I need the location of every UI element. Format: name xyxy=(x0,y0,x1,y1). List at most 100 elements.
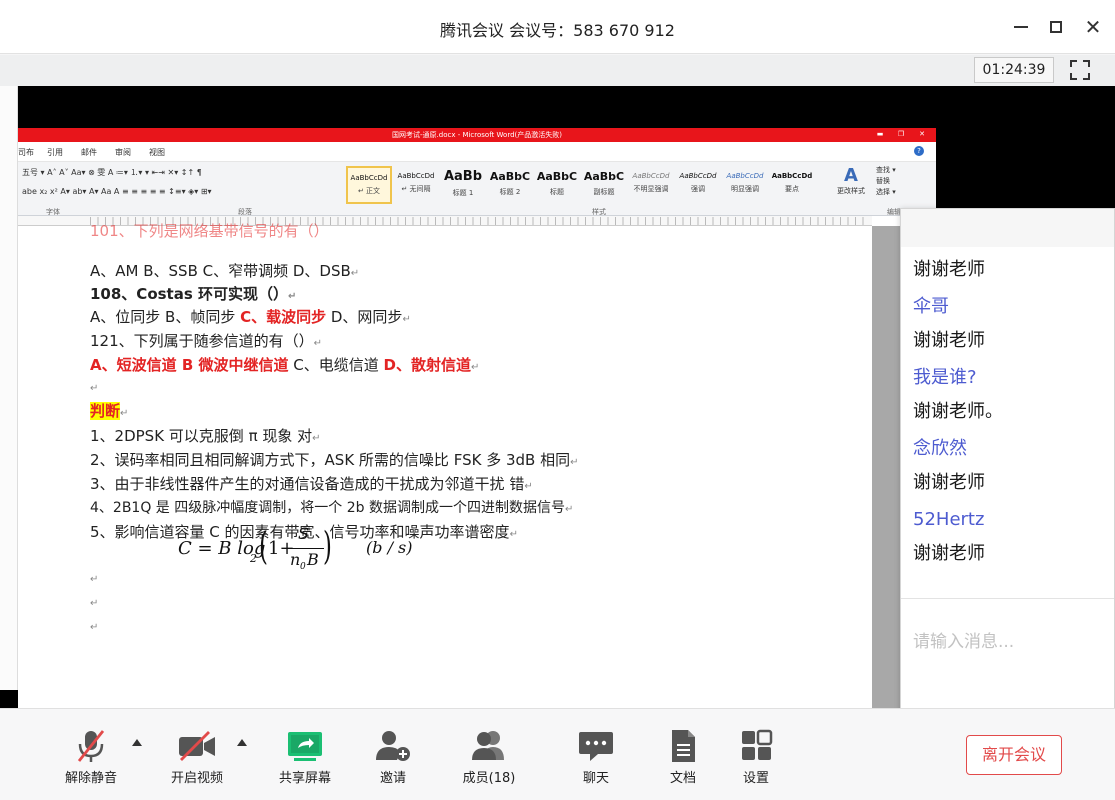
doc-section-title: 判断↵ xyxy=(90,402,129,420)
chat-input[interactable]: 请输入消息... xyxy=(913,627,1014,652)
video-off-icon xyxy=(179,731,215,761)
select-button[interactable]: 选择 ▾ xyxy=(876,187,896,198)
meeting-title: 腾讯会议 会议号：583 670 912 xyxy=(440,21,675,40)
maximize-button[interactable] xyxy=(1043,14,1069,40)
invite-button[interactable]: 邀请 xyxy=(348,709,438,800)
start-video-button[interactable]: 开启视频 xyxy=(152,709,242,800)
share-screen-button[interactable]: 共享屏幕 xyxy=(260,709,350,800)
doc-line-partial: 101、下列是网络基带信号的有（） xyxy=(90,222,329,240)
word-ribbon: 五号 ▾ A˄ A˅ Aa▾ ⊗ 雯 A ≔▾ ⒈▾ ▾ ⇤⇥ ✕▾ ↕↑ ¶ … xyxy=(18,162,936,216)
word-help-icon[interactable]: ? xyxy=(914,146,924,156)
unmute-button[interactable]: 解除静音 xyxy=(46,709,136,800)
style-no-spacing[interactable]: AaBbCcDd ↵ 无间隔 xyxy=(393,166,439,204)
style-intense-emphasis[interactable]: AaBbCcDd 明显强调 xyxy=(722,166,768,204)
meeting-timer: 01:24:39 xyxy=(974,57,1054,83)
muted-mic-icon xyxy=(77,730,105,762)
edit-tools: 查找 ▾ 替换 选择 ▾ xyxy=(876,165,896,198)
doc-line-q108: 108、Costas 环可实现（）↵ xyxy=(90,285,297,303)
members-button[interactable]: 成员(18) xyxy=(444,709,534,800)
ribbon-font-row[interactable]: 五号 ▾ A˄ A˅ Aa▾ ⊗ 雯 A ≔▾ ⒈▾ ▾ ⇤⇥ ✕▾ ↕↑ ¶ xyxy=(22,167,202,178)
find-button[interactable]: 查找 ▾ xyxy=(876,165,896,176)
doc-line-j4: 4、2B1Q 是 四级脉冲幅度调制，将一个 2b 数据调制成一个四进制数据信号↵ xyxy=(90,500,574,516)
doc-line-q121: 121、下列属于随参信道的有（）↵ xyxy=(90,332,323,350)
formula-numerator: S xyxy=(298,524,309,543)
doc-line-empty: ↵ xyxy=(90,598,99,609)
word-menu-item[interactable]: 引用 xyxy=(47,147,63,158)
close-icon: ✕ xyxy=(1084,15,1102,39)
chat-message-sender: 念欣然 xyxy=(913,438,967,459)
document-page: 101、下列是网络基带信号的有（） A、AM B、SSB C、窄带调频 D、DS… xyxy=(18,222,872,708)
style-normal[interactable]: AaBbCcDd ↵ 正文 xyxy=(346,166,392,204)
doc-line-empty: ↵ xyxy=(90,574,99,585)
maximize-icon xyxy=(1050,21,1062,33)
chat-divider xyxy=(901,598,1114,599)
chat-message-text: 谢谢老师 xyxy=(913,330,985,351)
formula-paren-left: ( xyxy=(258,524,268,568)
channel-capacity-formula: C = B log 2 ( 1+ S n 0 B ) (b / s) xyxy=(160,520,420,580)
doc-line-empty: ↵ xyxy=(90,383,99,394)
document-icon xyxy=(672,730,695,762)
minimize-icon xyxy=(1014,26,1028,28)
chat-message-text: 谢谢老师。 xyxy=(913,401,1003,422)
style-subtitle[interactable]: AaBbC 副标题 xyxy=(581,166,627,204)
doc-line-empty: ↵ xyxy=(90,622,99,633)
doc-line-q108-options: A、位同步 B、帧同步 C、载波同步 D、网同步↵ xyxy=(90,308,411,326)
info-bar: 01:24:39 xyxy=(0,55,1115,86)
close-button[interactable]: ✕ xyxy=(1080,14,1106,40)
word-menu-item[interactable]: 视图 xyxy=(149,147,165,158)
style-subtle-emphasis[interactable]: AaBbCcDd 不明显强调 xyxy=(628,166,674,204)
formula-unit: (b / s) xyxy=(366,538,413,557)
left-side-panel xyxy=(0,86,18,690)
tencent-meeting-window: 腾讯会议 会议号：583 670 912 ✕ 01:24:39 国网考试-通原.… xyxy=(0,0,1115,800)
word-menu-item[interactable]: 邮件 xyxy=(81,147,97,158)
title-bar: 腾讯会议 会议号：583 670 912 ✕ xyxy=(0,0,1115,54)
word-menu-bar: 司布 引用 邮件 审阅 视图 ? xyxy=(18,142,936,162)
change-styles-button[interactable]: A 更改样式 xyxy=(834,166,868,196)
formula-denominator-sub: 0 xyxy=(300,562,306,572)
formula-denominator-b: B xyxy=(307,550,319,569)
chat-icon xyxy=(579,732,613,761)
ribbon-paragraph-row[interactable]: abe x₂ x² A▾ ab▾ A▾ Aa A ≡ ≡ ≡ ≡ ≡ ↕≡▾ ◈… xyxy=(22,187,212,196)
replace-button[interactable]: 替换 xyxy=(876,176,896,187)
leave-meeting-button[interactable]: 离开会议 xyxy=(966,735,1062,775)
style-emphasis[interactable]: AaBbCcDd 强调 xyxy=(675,166,721,204)
style-strong[interactable]: AaBbCcDd 要点 xyxy=(769,166,815,204)
chat-panel: 谢谢老师 伞哥 谢谢老师 我是谁? 谢谢老师。 念欣然 谢谢老师 52Hertz… xyxy=(900,208,1115,746)
bottom-toolbar: 解除静音 开启视频 共享屏幕 邀请 成员(18) 聊天 文档 设置 离开会议 xyxy=(0,708,1115,800)
chat-button[interactable]: 聊天 xyxy=(551,709,641,800)
fullscreen-icon[interactable] xyxy=(1069,59,1091,81)
members-icon xyxy=(472,731,504,760)
style-heading-1[interactable]: AaBb 标题 1 xyxy=(440,166,486,204)
chat-message-text: 谢谢老师 xyxy=(913,472,985,493)
style-title[interactable]: AaBbC 标题 xyxy=(534,166,580,204)
word-menu-item[interactable]: 审阅 xyxy=(115,147,131,158)
settings-button[interactable]: 设置 xyxy=(711,709,801,800)
chat-message-text: 谢谢老师 xyxy=(913,543,985,564)
style-gallery: AaBbCcDd ↵ 正文 AaBbCcDd ↵ 无间隔 AaBb 标题 1 AaBb… xyxy=(346,166,824,204)
chat-message-sender: 52Hertz xyxy=(913,509,985,530)
change-styles-icon: A xyxy=(844,165,858,186)
chat-message-sender: 伞哥 xyxy=(913,296,949,317)
share-screen-icon xyxy=(288,732,322,761)
video-options-caret[interactable] xyxy=(237,739,247,746)
style-heading-2[interactable]: AaBbC 标题 2 xyxy=(487,166,533,204)
doc-line-q121-options: A、短波信道 B 微波中继信道 C、电缆信道 D、散射信道↵ xyxy=(90,356,480,374)
minimize-button[interactable] xyxy=(1008,14,1034,40)
grid-apps-icon xyxy=(742,729,773,760)
audio-options-caret[interactable] xyxy=(132,739,142,746)
word-restore-icon: ❐ xyxy=(897,130,905,138)
doc-line-j1: 1、2DPSK 可以克服倒 π 现象 对↵ xyxy=(90,427,321,445)
formula-paren-right: ) xyxy=(322,524,332,568)
add-user-icon xyxy=(376,731,410,761)
word-close-icon: ✕ xyxy=(919,130,925,138)
doc-line-j3: 3、由于非线性器件产生的对通信设备造成的干扰成为邻道干扰 错↵ xyxy=(90,475,533,493)
word-minimize-icon: ▬ xyxy=(876,130,884,138)
chat-message-text: 谢谢老师 xyxy=(913,259,985,280)
word-menu-item[interactable]: 司布 xyxy=(18,147,34,158)
formula-denominator: n xyxy=(290,550,301,569)
doc-line-j2: 2、误码率相同且相同解调方式下，ASK 所需的信噪比 FSK 多 3dB 相同↵ xyxy=(90,451,579,469)
word-window: 国网考试-通原.docx - Microsoft Word(产品激活失败) ▬ … xyxy=(18,128,936,708)
doc-line-q101-options: A、AM B、SSB C、窄带调频 D、DSB↵ xyxy=(90,262,360,280)
chat-message-sender: 我是谁? xyxy=(913,367,977,388)
word-title-bar: 国网考试-通原.docx - Microsoft Word(产品激活失败) ▬ … xyxy=(18,128,936,142)
